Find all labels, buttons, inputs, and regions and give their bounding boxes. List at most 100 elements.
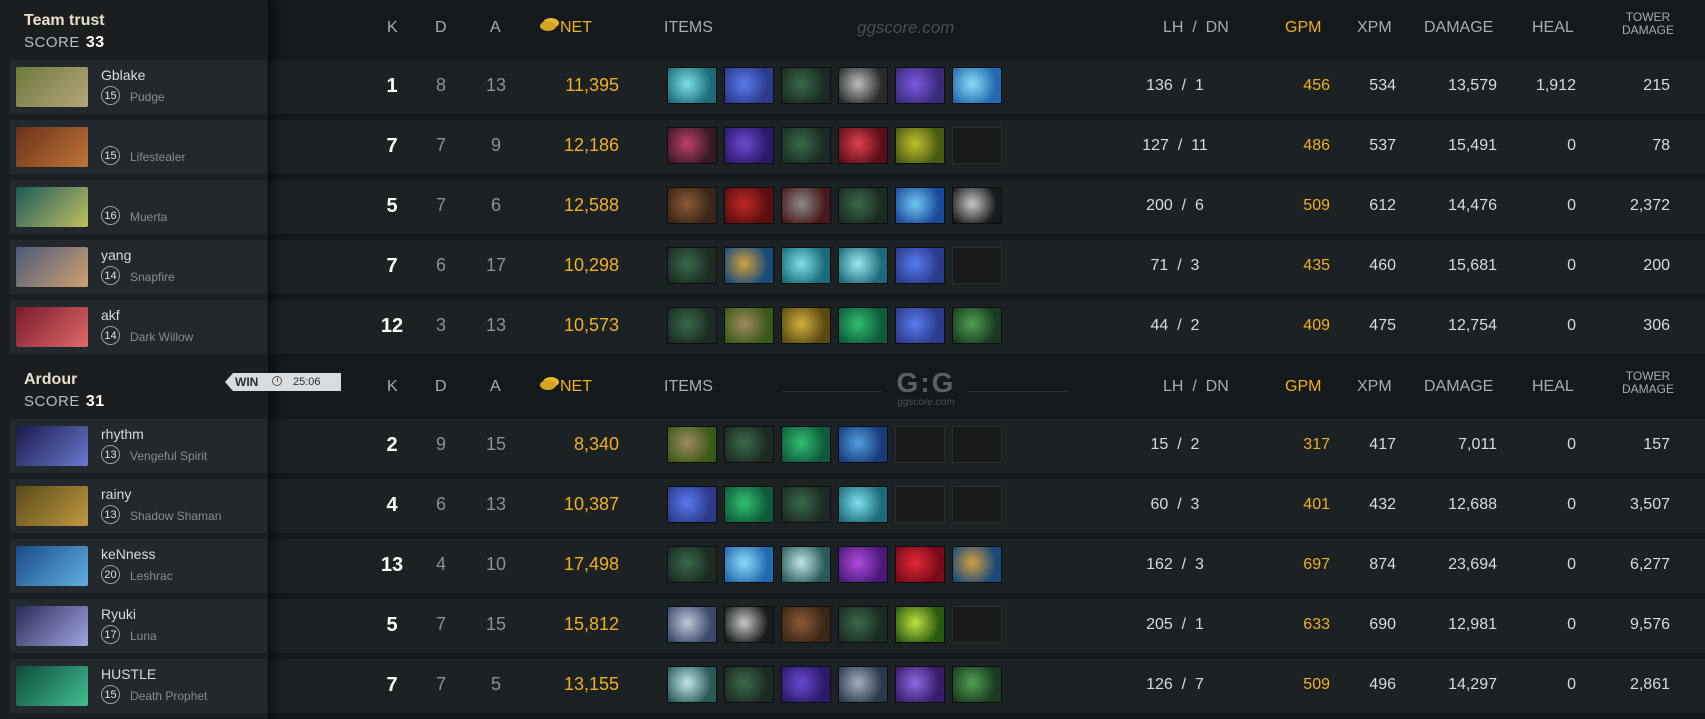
team-score: SCORE 31	[24, 393, 254, 411]
player-card[interactable]: 15 Lifestealer	[10, 120, 267, 174]
damage: 15,491	[1448, 137, 1497, 154]
player-name[interactable]: yang	[101, 247, 131, 263]
player-name[interactable]: HUSTLE	[101, 666, 156, 682]
item-slot-icon[interactable]	[667, 307, 717, 344]
item-slot-icon[interactable]	[667, 426, 717, 463]
item-slot-icon[interactable]	[895, 606, 945, 643]
item-slot-icon[interactable]	[895, 127, 945, 164]
player-card[interactable]: 16 Muerta	[10, 180, 267, 234]
item-slot-icon[interactable]	[895, 67, 945, 104]
item-slot-icon[interactable]	[838, 666, 888, 703]
net-worth: 10,387	[563, 494, 619, 514]
hero-portrait	[16, 187, 88, 227]
player-card[interactable]: rainy 13 Shadow Shaman	[10, 479, 267, 533]
header-heal: HEAL	[1532, 19, 1574, 36]
item-slot-icon[interactable]	[781, 67, 831, 104]
header-xpm: XPM	[1357, 378, 1392, 395]
hero-name: Pudge	[130, 90, 165, 104]
item-slot-icon[interactable]	[838, 486, 888, 523]
item-slot-icon[interactable]	[781, 486, 831, 523]
player-card[interactable]: akf 14 Dark Willow	[10, 300, 267, 354]
item-slot-icon[interactable]	[724, 187, 774, 224]
item-slot-icon[interactable]	[952, 666, 1002, 703]
item-slot-icon[interactable]	[838, 426, 888, 463]
player-name[interactable]: Ryuki	[101, 606, 136, 622]
item-slot-icon[interactable]	[952, 67, 1002, 104]
item-slot-icon[interactable]	[667, 187, 717, 224]
gpm: 509	[1303, 676, 1330, 693]
item-slot-icon[interactable]	[724, 67, 774, 104]
player-card[interactable]: HUSTLE 15 Death Prophet	[10, 659, 267, 713]
hero-portrait	[16, 546, 88, 586]
assists: 5	[490, 674, 501, 694]
kills: 12	[380, 315, 404, 337]
xpm: 612	[1369, 197, 1396, 214]
item-slot-icon[interactable]	[724, 546, 774, 583]
item-slot-icon[interactable]	[781, 127, 831, 164]
player-card[interactable]: rhythm 13 Vengeful Spirit	[10, 419, 267, 473]
item-slot-icon[interactable]	[838, 606, 888, 643]
player-card[interactable]: keNness 20 Leshrac	[10, 539, 267, 593]
item-slot-icon[interactable]	[838, 307, 888, 344]
player-name[interactable]: Gblake	[101, 67, 145, 83]
item-slot-icon[interactable]	[667, 486, 717, 523]
empty-item-slot	[952, 486, 1002, 523]
item-slot-icon[interactable]	[781, 187, 831, 224]
gpm: 509	[1303, 197, 1330, 214]
item-slot-icon[interactable]	[895, 307, 945, 344]
item-slot-icon[interactable]	[667, 247, 717, 284]
player-name[interactable]: keNness	[101, 546, 155, 562]
player-card[interactable]: Ryuki 17 Luna	[10, 599, 267, 653]
tower-damage: 2,372	[1629, 197, 1670, 214]
player-stats-row: 2 9 15 8,340 15 / 2 317 417 7,011 0 157	[268, 419, 1705, 474]
last-hits-denies: 126 / 7	[1146, 676, 1204, 693]
score-value: 31	[85, 393, 105, 410]
item-slot-icon[interactable]	[895, 666, 945, 703]
item-slot-icon[interactable]	[838, 247, 888, 284]
kills: 4	[386, 494, 398, 516]
net-worth: 15,812	[563, 614, 619, 634]
item-slot-icon[interactable]	[724, 606, 774, 643]
item-slot-icon[interactable]	[667, 666, 717, 703]
item-slot-icon[interactable]	[667, 606, 717, 643]
item-slot-icon[interactable]	[838, 187, 888, 224]
header-tower-damage: TOWER DAMAGE	[1621, 369, 1674, 396]
item-slot-icon[interactable]	[952, 307, 1002, 344]
item-slot-icon[interactable]	[667, 546, 717, 583]
item-slot-icon[interactable]	[781, 426, 831, 463]
item-slot-icon[interactable]	[724, 247, 774, 284]
level-badge: 13	[101, 505, 120, 524]
item-slot-icon[interactable]	[724, 486, 774, 523]
item-slot-icon[interactable]	[781, 546, 831, 583]
item-slot-icon[interactable]	[724, 666, 774, 703]
kills: 5	[386, 614, 398, 636]
item-slot-icon[interactable]	[781, 307, 831, 344]
item-slot-icon[interactable]	[781, 606, 831, 643]
item-slot-icon[interactable]	[895, 247, 945, 284]
player-name[interactable]: rhythm	[101, 426, 144, 442]
tower-damage: 3,507	[1629, 496, 1670, 513]
item-slot-icon[interactable]	[667, 67, 717, 104]
item-slot-icon[interactable]	[781, 666, 831, 703]
player-card[interactable]: yang 14 Snapfire	[10, 240, 267, 294]
item-slot-icon[interactable]	[895, 187, 945, 224]
item-slot-icon[interactable]	[838, 546, 888, 583]
item-slot-icon[interactable]	[781, 247, 831, 284]
item-slot-icon[interactable]	[724, 127, 774, 164]
player-name[interactable]: akf	[101, 307, 120, 323]
player-card[interactable]: Gblake 15 Pudge	[10, 60, 267, 114]
item-slot-icon[interactable]	[838, 127, 888, 164]
item-slot-icon[interactable]	[952, 187, 1002, 224]
item-slot-icon[interactable]	[895, 546, 945, 583]
hero-name: Leshrac	[130, 569, 173, 583]
player-name[interactable]: rainy	[101, 486, 131, 502]
item-slot-icon[interactable]	[838, 67, 888, 104]
kills: 5	[386, 195, 398, 217]
item-slot-icon[interactable]	[952, 546, 1002, 583]
item-slot-icon[interactable]	[724, 307, 774, 344]
header-k: K	[387, 378, 398, 395]
item-slot-icon[interactable]	[667, 127, 717, 164]
gold-coin-icon	[540, 21, 556, 31]
item-slot-icon[interactable]	[724, 426, 774, 463]
logo-subtext: ggscore.com	[897, 397, 955, 408]
